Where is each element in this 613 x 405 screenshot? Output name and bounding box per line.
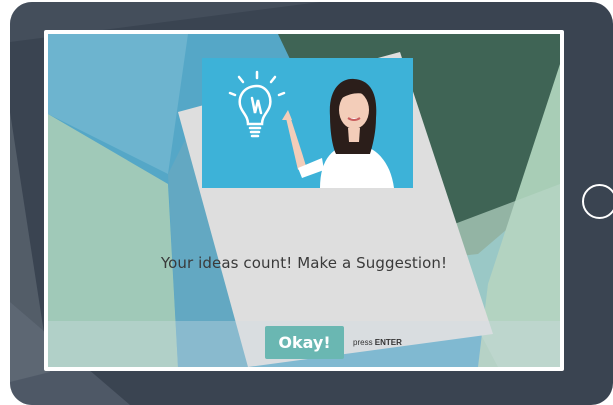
enter-key-label: ENTER	[374, 338, 402, 347]
slide: Your ideas count! Make a Suggestion! Oka…	[48, 34, 560, 367]
okay-button[interactable]: Okay!	[265, 326, 344, 359]
hero-image	[202, 58, 413, 188]
suggestion-message: Your ideas count! Make a Suggestion!	[160, 254, 448, 272]
press-label: press	[353, 338, 375, 347]
home-button[interactable]	[582, 184, 613, 219]
press-enter-hint: press ENTER	[353, 338, 402, 347]
screen: Your ideas count! Make a Suggestion! Oka…	[44, 30, 564, 371]
